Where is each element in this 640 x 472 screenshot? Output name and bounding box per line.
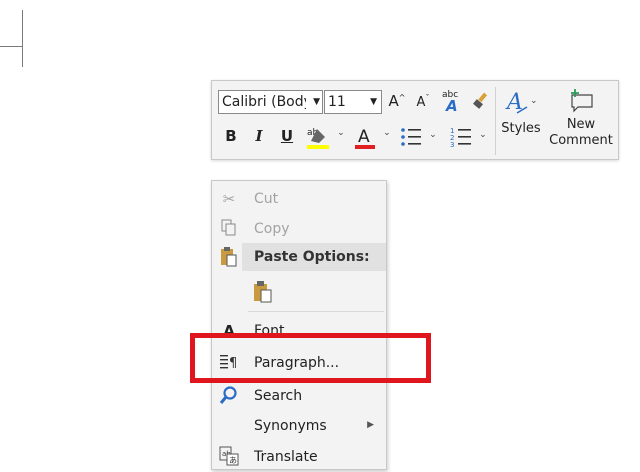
new-comment-icon [571,89,593,113]
chevron-down-icon[interactable]: ⌄ [383,128,391,138]
translate-icon: ab あ [218,446,240,468]
chevron-down-icon[interactable]: ⌄ [337,128,345,138]
menu-item-copy[interactable]: Copy [212,215,386,243]
highlighter-icon: ab [307,128,330,149]
scissors-icon: ✂ [222,190,236,208]
underline-button[interactable]: U [278,127,296,149]
clipboard-icon [218,246,240,268]
paste-options-label: Paste Options: [254,249,370,265]
bullets-button[interactable]: ⌄ [398,125,438,151]
svg-text:A: A [358,127,370,147]
grow-font-icon: A^ [388,92,406,110]
svg-text:3: 3 [450,141,454,149]
menu-item-label: Copy [254,221,290,237]
shrink-font-button[interactable]: Aˇ [414,92,432,114]
menu-divider [248,311,384,312]
new-comment-label-line2: Comment [549,133,613,148]
bold-button[interactable]: B [222,127,240,149]
styles-button[interactable]: A ⌄ Styles [500,87,542,155]
italic-button[interactable]: I [250,127,268,149]
font-name-combo[interactable]: Calibri (Body) ▼ [218,90,323,114]
menu-item-label: Cut [254,191,279,207]
menu-item-label: Search [254,388,303,404]
numbered-list-icon: 1 2 3 [450,127,472,149]
font-name-value: Calibri (Body) [222,94,306,110]
new-comment-label-line1: New [566,117,596,132]
search-icon [218,385,240,407]
red-highlight-box [190,333,431,383]
svg-text:A: A [445,97,458,115]
styles-label: Styles [501,121,541,136]
menu-item-label: Translate [254,449,318,465]
menu-item-synonyms[interactable]: Synonyms ▶ [212,412,386,440]
chevron-down-icon[interactable]: ⌄ [429,130,437,140]
paste-options-header: Paste Options: [242,243,386,271]
bold-icon: B [225,127,237,145]
paintbrush-icon [473,92,488,109]
font-color-button[interactable]: A ⌄ [352,123,392,151]
font-size-value: 11 [328,94,346,110]
bullet-list-icon [401,128,422,146]
styles-icon: A ⌄ [505,90,538,115]
svg-text:あ: あ [229,456,237,465]
copy-icon [218,218,240,240]
menu-item-cut[interactable]: ✂ Cut [212,185,386,213]
context-menu: ✂ Cut Copy Paste Options: A Font ¶ Parag… [211,180,387,470]
page-corner-mark-vertical [22,10,23,67]
clear-formatting-icon: abc A [442,90,458,115]
chevron-down-icon[interactable]: ▼ [370,91,377,113]
chevron-down-icon[interactable]: ▼ [313,91,320,113]
grow-font-button[interactable]: A^ [388,92,406,114]
shrink-font-icon: Aˇ [416,93,430,110]
font-color-icon: A [355,127,376,149]
new-comment-button[interactable]: New Comment [548,87,614,155]
mini-toolbar: Calibri (Body) ▼ 11 ▼ A^ Aˇ abc A B I U [211,80,619,160]
svg-text:⌄: ⌄ [530,96,538,106]
text-highlight-button[interactable]: ab ⌄ [304,123,346,151]
submenu-arrow-icon: ▶ [367,420,374,430]
toolbar-divider [495,87,496,155]
font-size-combo[interactable]: 11 ▼ [324,90,382,114]
paste-clipboard-icon[interactable] [252,280,274,303]
page-corner-mark-horizontal [0,46,22,47]
menu-item-label: Synonyms [254,418,327,434]
chevron-down-icon[interactable]: ⌄ [479,130,487,140]
italic-icon: I [255,127,263,145]
numbering-button[interactable]: 1 2 3 ⌄ [448,125,488,151]
format-painter-button[interactable] [470,91,492,113]
clear-formatting-button[interactable]: abc A [440,87,464,115]
menu-item-search[interactable]: Search [212,382,386,410]
paste-keep-text-only-option[interactable] [212,277,386,305]
underline-icon: U [280,127,294,145]
